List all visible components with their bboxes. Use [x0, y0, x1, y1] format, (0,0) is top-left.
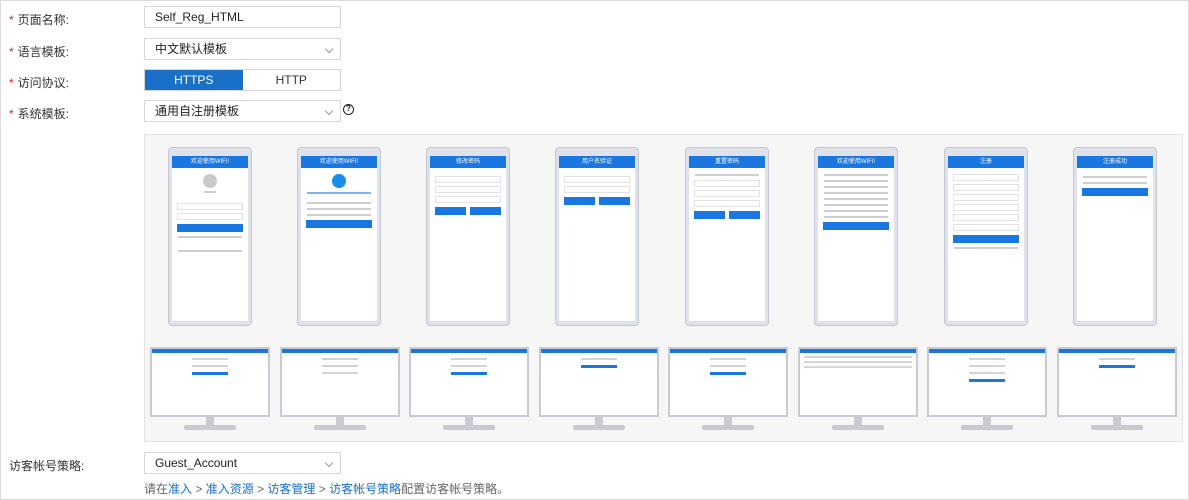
page-name-label: * 页面名称:: [9, 13, 70, 27]
user-avatar-icon: [203, 174, 217, 188]
pc-preview-login: [150, 347, 270, 431]
system-template-label: * 系统模板:: [9, 107, 70, 121]
chevron-down-icon: [324, 44, 334, 54]
protocol-https-option[interactable]: HTTPS: [145, 70, 243, 90]
guest-policy-label: 访客帐号策略:: [9, 459, 85, 473]
pc-preview-username-verify: [539, 347, 659, 431]
phone-title: 欢迎使用WIFI!: [301, 156, 377, 168]
phone-title: 用户名验证: [559, 156, 635, 168]
pc-preview-change-password: [409, 347, 529, 431]
hint-link-guest-management[interactable]: 访客管理: [267, 482, 315, 496]
help-icon[interactable]: ?: [343, 104, 354, 115]
phone-preview-agreement: 欢迎使用WIFI!: [814, 147, 898, 326]
page-name-input[interactable]: Self_Reg_HTML: [144, 6, 341, 28]
phone-preview-login: 欢迎使用WIFI!: [168, 147, 252, 326]
chevron-down-icon: [324, 458, 334, 468]
guest-policy-select[interactable]: Guest_Account: [144, 452, 341, 474]
phone-title: 欢迎使用WIFI!: [172, 156, 248, 168]
hint-link-admission-resources[interactable]: 准入资源: [206, 482, 254, 496]
pc-preview-register: [927, 347, 1047, 431]
phone-title: 注册成功: [1077, 156, 1153, 168]
pc-preview-auth-success: [280, 347, 400, 431]
pc-preview-reset-password: [668, 347, 788, 431]
language-template-select[interactable]: 中文默认模板: [144, 38, 341, 60]
phone-preview-register: 注册: [944, 147, 1028, 326]
chevron-down-icon: [324, 106, 334, 116]
pc-preview-register-success: [1057, 347, 1177, 431]
phone-title: 修改密码: [430, 156, 506, 168]
protocol-label: * 访问协议:: [9, 76, 70, 90]
phone-title: 注册: [948, 156, 1024, 168]
system-template-select[interactable]: 通用自注册模板: [144, 100, 341, 122]
phone-title: 重置密码: [689, 156, 765, 168]
phone-preview-username-verify: 用户名验证: [555, 147, 639, 326]
protocol-toggle[interactable]: HTTPS HTTP: [144, 69, 341, 91]
pc-preview-agreement: [798, 347, 918, 431]
phone-preview-register-success: 注册成功: [1073, 147, 1157, 326]
template-preview-gallery: 欢迎使用WIFI! 欢迎使用WIFI! 修改密码 用户名验证 重置密码 欢迎使用…: [144, 134, 1183, 442]
check-icon: [332, 174, 346, 188]
hint-link-guest-account-policy[interactable]: 访客帐号策略: [329, 482, 401, 496]
phone-preview-auth-success: 欢迎使用WIFI!: [297, 147, 381, 326]
phone-preview-reset-password: 重置密码: [685, 147, 769, 326]
protocol-http-option[interactable]: HTTP: [242, 70, 340, 90]
phone-title: 欢迎使用WIFI!: [818, 156, 894, 168]
language-template-label: * 语言模板:: [9, 45, 70, 59]
hint-link-admission[interactable]: 准入: [168, 482, 192, 496]
guest-policy-hint: 请在准入 > 准入资源 > 访客管理 > 访客帐号策略配置访客帐号策略。: [144, 482, 510, 496]
phone-preview-change-password: 修改密码: [426, 147, 510, 326]
